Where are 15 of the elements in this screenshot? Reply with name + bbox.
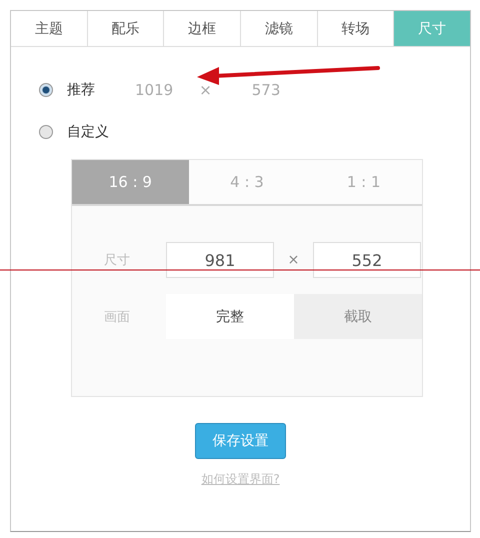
radio-button[interactable] xyxy=(39,125,53,139)
frame-label: 画面 xyxy=(104,308,131,326)
tab[interactable]: 配乐 xyxy=(88,11,164,46)
option-label: 推荐 xyxy=(67,81,95,99)
width-value: 1019 xyxy=(135,81,174,99)
width-field[interactable]: 981 xyxy=(166,242,274,278)
frame-option[interactable]: 完整 xyxy=(166,294,294,339)
size-label: 尺寸 xyxy=(104,252,131,269)
times-sign: × xyxy=(199,81,212,99)
times-sign: × xyxy=(286,252,300,268)
tab[interactable]: 转场 xyxy=(318,11,394,46)
radio-button[interactable] xyxy=(39,83,53,97)
height-field[interactable]: 552 xyxy=(313,242,421,278)
height-value: 573 xyxy=(252,81,280,99)
option-label: 自定义 xyxy=(67,123,109,141)
